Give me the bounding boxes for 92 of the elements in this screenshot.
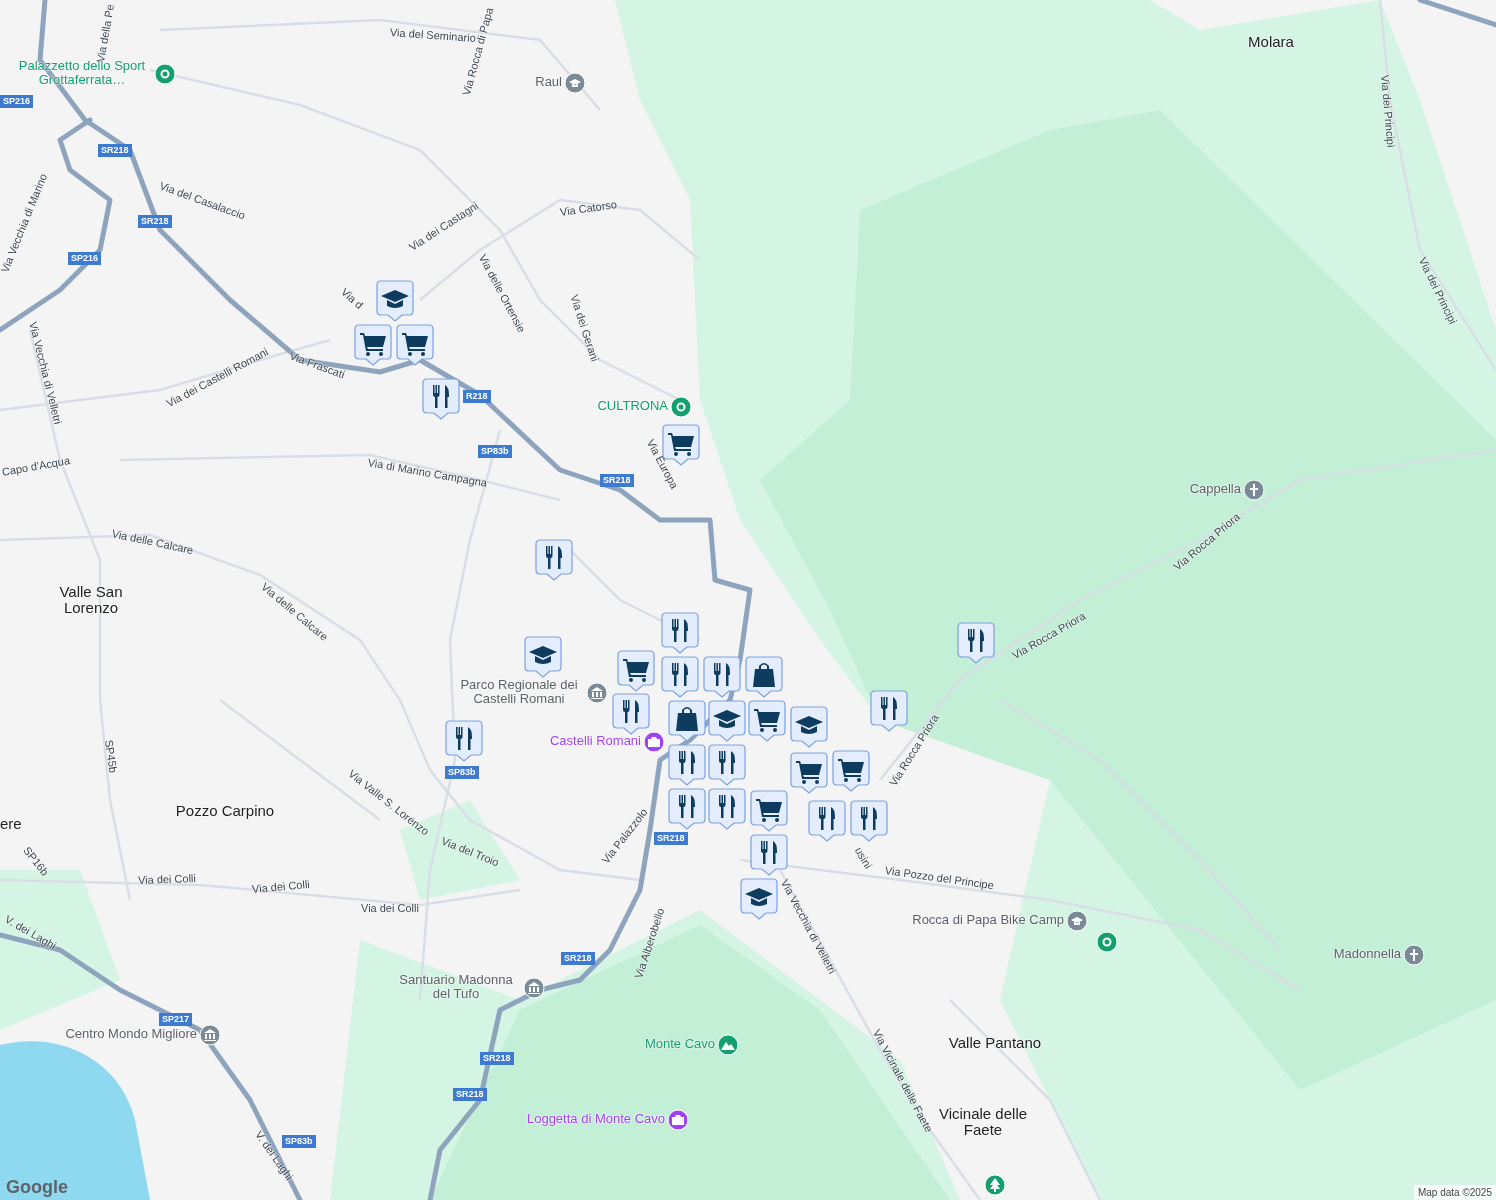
road-number-shield: SR218 bbox=[453, 1088, 487, 1101]
cutlery-pin-icon[interactable] bbox=[870, 690, 908, 732]
street-label: Via di Marino Campagna bbox=[366, 455, 489, 490]
road-number-shield: SP83b bbox=[282, 1135, 316, 1148]
place-label[interactable]: Cappella bbox=[1189, 482, 1241, 496]
street-label: Via dei Colli bbox=[251, 877, 311, 896]
cart-pin-icon[interactable] bbox=[750, 790, 788, 832]
cutlery-pin-icon[interactable] bbox=[445, 720, 483, 762]
street-label: Via del Troio bbox=[439, 833, 502, 870]
street-label: SP45b bbox=[102, 739, 121, 774]
cart-pin-icon[interactable] bbox=[790, 752, 828, 794]
cutlery-pin-icon[interactable] bbox=[850, 800, 888, 842]
columns-icon[interactable] bbox=[586, 682, 608, 704]
place-label[interactable]: Centro Mondo Migliore bbox=[65, 1027, 197, 1041]
street-label: Capo d'Acqua bbox=[0, 453, 71, 479]
location-pin-icon[interactable] bbox=[670, 396, 692, 418]
cross-icon[interactable] bbox=[1243, 479, 1265, 501]
road-number-shield: R218 bbox=[463, 390, 491, 403]
road-number-shield: SP83b bbox=[445, 766, 479, 779]
cutlery-pin-icon[interactable] bbox=[708, 744, 746, 786]
cutlery-pin-icon[interactable] bbox=[750, 834, 788, 876]
place-label[interactable]: Castelli Romani bbox=[549, 734, 641, 748]
place-label[interactable]: Loggetta di Monte Cavo bbox=[526, 1112, 665, 1126]
street-label: Via Pozzo del Principe bbox=[884, 863, 995, 893]
area-label: Valle San Lorenzo bbox=[58, 584, 124, 616]
cart-pin-icon[interactable] bbox=[617, 650, 655, 692]
street-label: Via dei Colli bbox=[137, 871, 197, 887]
bag-pin-icon[interactable] bbox=[745, 656, 783, 698]
tree-icon[interactable] bbox=[984, 1174, 1006, 1196]
place-label[interactable]: CULTRONA bbox=[597, 399, 668, 413]
place-label[interactable]: Monte Cavo bbox=[644, 1037, 715, 1051]
cart-pin-icon[interactable] bbox=[354, 324, 392, 366]
graduation-cap-pin-icon[interactable] bbox=[740, 878, 778, 920]
cutlery-pin-icon[interactable] bbox=[668, 744, 706, 786]
place-label[interactable]: Madonnella bbox=[1333, 947, 1401, 961]
cart-pin-icon[interactable] bbox=[396, 324, 434, 366]
road-number-shield: SP217 bbox=[159, 1013, 193, 1026]
location-pin-icon[interactable] bbox=[154, 63, 176, 85]
street-label: Via del Seminario bbox=[389, 25, 477, 45]
columns-icon[interactable] bbox=[523, 977, 545, 999]
cutlery-pin-icon[interactable] bbox=[422, 378, 460, 420]
camera-icon[interactable] bbox=[643, 731, 665, 753]
road-number-shield: SP216 bbox=[0, 95, 34, 108]
area-label: Vicinale delle Faete bbox=[937, 1106, 1029, 1138]
street-label: Via delle Calcare bbox=[110, 526, 195, 558]
graduation-cap-icon[interactable] bbox=[564, 72, 586, 94]
graduation-cap-pin-icon[interactable] bbox=[524, 636, 562, 678]
road-number-shield: SR218 bbox=[98, 144, 132, 157]
cutlery-pin-icon[interactable] bbox=[957, 622, 995, 664]
street-label: Via dei Principi bbox=[1378, 74, 1399, 148]
cart-pin-icon[interactable] bbox=[748, 700, 786, 742]
road-number-shield: SR218 bbox=[561, 952, 595, 965]
google-logo: Google bbox=[6, 1177, 68, 1198]
attribution-text: Map data ©2025 bbox=[1413, 1185, 1496, 1200]
area-label: Pozzo Carpino bbox=[174, 803, 276, 819]
road-number-shield: SP83b bbox=[478, 445, 512, 458]
street-label: Via Catorso bbox=[559, 197, 618, 219]
road-number-shield: SR218 bbox=[138, 215, 172, 228]
columns-icon[interactable] bbox=[199, 1024, 221, 1046]
graduation-cap-pin-icon[interactable] bbox=[790, 706, 828, 748]
road-number-shield: SR218 bbox=[480, 1052, 514, 1065]
road-number-shield: SP216 bbox=[68, 252, 102, 265]
place-label[interactable]: Parco Regionale dei Castelli Romani bbox=[454, 678, 584, 706]
area-label: Molara bbox=[1247, 34, 1295, 50]
cutlery-pin-icon[interactable] bbox=[808, 800, 846, 842]
street-label: Via Vecchia di Velletri bbox=[26, 320, 66, 426]
cutlery-pin-icon[interactable] bbox=[668, 788, 706, 830]
mountain-icon[interactable] bbox=[717, 1034, 739, 1056]
area-label: Valle Pantano bbox=[947, 1035, 1043, 1051]
cutlery-pin-icon[interactable] bbox=[661, 656, 699, 698]
place-label[interactable]: Rocca di Papa Bike Camp bbox=[912, 913, 1064, 927]
cart-pin-icon[interactable] bbox=[832, 750, 870, 792]
cross-icon[interactable] bbox=[1403, 944, 1425, 966]
road-number-shield: SR218 bbox=[600, 474, 634, 487]
camera-icon[interactable] bbox=[667, 1109, 689, 1131]
street-label: Via dei Gerani bbox=[567, 292, 603, 364]
place-label[interactable]: Raul bbox=[535, 75, 562, 89]
cutlery-pin-icon[interactable] bbox=[661, 612, 699, 654]
area-label: ere bbox=[0, 816, 23, 832]
graduation-cap-pin-icon[interactable] bbox=[376, 280, 414, 322]
place-label[interactable]: Santuario Madonna del Tufo bbox=[391, 973, 521, 1001]
road-number-shield: SR218 bbox=[654, 832, 688, 845]
location-pin-icon[interactable] bbox=[1096, 931, 1118, 953]
bag-pin-icon[interactable] bbox=[668, 700, 706, 742]
graduation-cap-icon[interactable] bbox=[1066, 910, 1088, 932]
cutlery-pin-icon[interactable] bbox=[703, 656, 741, 698]
cutlery-pin-icon[interactable] bbox=[535, 539, 573, 581]
street-label: Via d bbox=[338, 284, 367, 312]
street-label: Via dei Colli bbox=[361, 901, 419, 915]
cutlery-pin-icon[interactable] bbox=[612, 693, 650, 735]
graduation-cap-pin-icon[interactable] bbox=[708, 700, 746, 742]
cutlery-pin-icon[interactable] bbox=[708, 788, 746, 830]
